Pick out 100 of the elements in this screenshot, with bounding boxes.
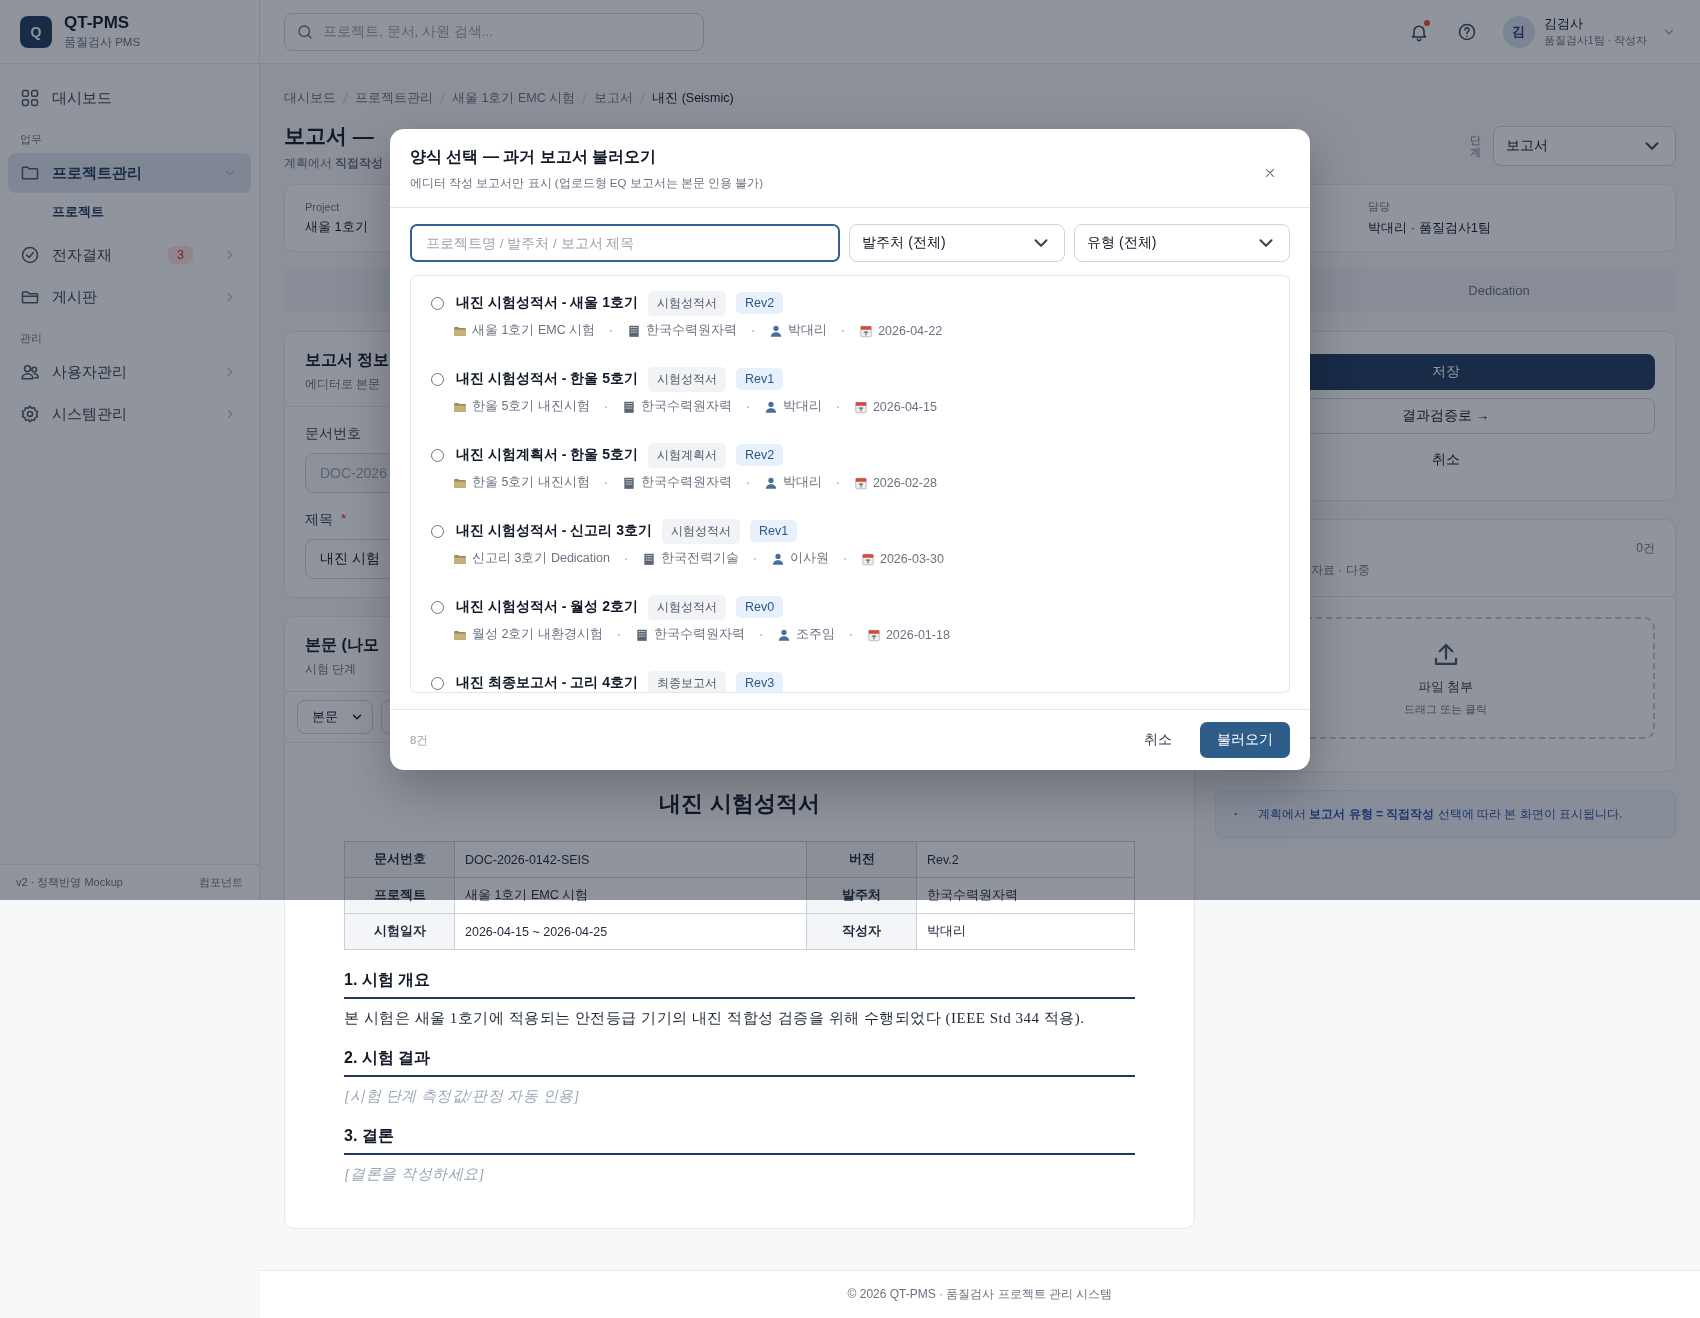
block-style-select[interactable]: 본문 xyxy=(297,700,373,734)
field-label: 문서번호 xyxy=(305,425,361,443)
type-tag: 시험성적서 xyxy=(648,290,726,316)
report-title[interactable]: 내진 시험성적서 - 한울 5호기 xyxy=(456,370,638,388)
filter-select[interactable]: 발주처 (전체) xyxy=(849,224,1066,262)
project-name: 신고리 3호기 Dedication xyxy=(472,550,610,567)
nav-subitem[interactable]: 프로젝트 xyxy=(8,195,251,229)
calendar-icon xyxy=(866,627,881,642)
field-label: 제목 xyxy=(305,511,333,529)
document-title: 내진 시험성적서 xyxy=(658,790,821,818)
check-circle-icon xyxy=(20,245,40,265)
drop-hint: 드래그 또는 클릭 xyxy=(1403,701,1488,717)
project-name: 새울 1호기 EMC 시험 xyxy=(472,322,596,339)
field-label: 담당 xyxy=(1368,199,1392,214)
table-cell: 2026-04-15 ~ 2026-04-25 xyxy=(454,913,807,950)
calendar-icon xyxy=(853,475,868,490)
app-logo: Q xyxy=(20,15,52,48)
card-subtitle: 자료 · 다중 xyxy=(1311,562,1370,579)
cancel-button[interactable]: 취소 xyxy=(1138,723,1178,757)
radio-button[interactable] xyxy=(431,372,444,386)
app-name: QT-PMS xyxy=(64,13,131,33)
load-button[interactable]: 불러오기 xyxy=(1200,722,1290,758)
calendar-icon xyxy=(853,399,868,414)
author-name: 박대리 xyxy=(782,398,822,415)
result-count: 8건 xyxy=(410,732,429,748)
table-header-cell: 프로젝트 xyxy=(344,877,455,914)
type-tag: 시험성적서 xyxy=(662,518,740,544)
report-title[interactable]: 내진 시험성적서 - 새울 1호기 xyxy=(456,294,638,312)
person-icon xyxy=(763,399,778,414)
report-title[interactable]: 내진 시험성적서 - 신고리 3호기 xyxy=(456,522,652,540)
bullet-mark: · xyxy=(1234,807,1238,821)
user-menu[interactable]: 김 김검사 품질검사1팀 · 작성자 xyxy=(1502,15,1676,48)
revision-tag: Rev2 xyxy=(736,444,784,466)
breadcrumb-link[interactable]: 프로젝트관리 xyxy=(355,89,433,107)
user-role: 품질검사1팀 · 작성자 xyxy=(1543,33,1647,48)
stage-label: 단계 xyxy=(1470,133,1481,159)
radio-button[interactable] xyxy=(431,600,444,614)
radio-button[interactable] xyxy=(431,296,444,310)
calendar-icon xyxy=(860,551,875,566)
card-subtitle: 시험 단계 xyxy=(305,662,357,677)
version-label: v2 · 정책반영 Mockup xyxy=(16,875,123,890)
table-header-cell: 발주처 xyxy=(806,877,917,914)
table-cell: DOC-2026-0142-SEIS xyxy=(454,841,807,878)
filter-select[interactable]: 유형 (전체) xyxy=(1074,224,1290,262)
components-link[interactable]: 컴포넌트 xyxy=(199,875,243,890)
client-name: 한국수력원자력 xyxy=(646,322,738,339)
note-text: 계획에서 보고서 유형 = 직접작성 선택에 따라 본 화면이 표시됩니다. xyxy=(1258,805,1623,823)
nav-item[interactable]: 사용자관리 xyxy=(8,352,251,392)
nav-item[interactable]: 게시판 xyxy=(8,277,251,317)
users-icon xyxy=(20,362,40,382)
table-cell: 한국수력원자력 xyxy=(916,877,1135,914)
building-icon xyxy=(621,399,636,414)
person-icon xyxy=(770,551,785,566)
nav-section-label: 관리 xyxy=(19,331,43,346)
table-cell: Rev.2 xyxy=(916,841,1135,878)
required-mark: * xyxy=(341,511,347,528)
client-name: 한국수력원자력 xyxy=(653,626,745,643)
cancel-button[interactable]: 취소 xyxy=(1236,442,1655,478)
modal-subtitle: 에디터 작성 보고서만 표시 (업로드형 EQ 보고서는 본문 인용 불가) xyxy=(410,176,765,191)
stage-select[interactable]: 보고서 xyxy=(1493,126,1676,166)
report-date: 2026-04-22 xyxy=(878,323,943,338)
person-icon xyxy=(769,323,784,338)
radio-button[interactable] xyxy=(431,676,444,690)
person-icon xyxy=(776,627,791,642)
report-title[interactable]: 내진 시험계획서 - 한울 5호기 xyxy=(456,446,638,464)
breadcrumb-link[interactable]: 새울 1호기 EMC 시험 xyxy=(452,89,576,107)
author-name: 박대리 xyxy=(782,474,822,491)
nav-item[interactable]: 시스템관리 xyxy=(8,394,251,434)
nav-item[interactable]: 대시보드 xyxy=(8,78,251,118)
breadcrumb-link[interactable]: 보고서 xyxy=(594,89,634,107)
report-date: 2026-04-15 xyxy=(872,399,937,414)
building-icon xyxy=(627,323,642,338)
radio-button[interactable] xyxy=(431,524,444,538)
modal-title: 양식 선택 — 과거 보고서 불러오기 xyxy=(410,147,658,167)
folder-icon xyxy=(20,163,40,183)
section-heading: 3. 결론 xyxy=(344,1106,1135,1155)
table-cell: 박대리 xyxy=(916,913,1135,950)
radio-button[interactable] xyxy=(431,448,444,462)
table-header-cell: 시험일자 xyxy=(344,913,455,950)
building-icon xyxy=(621,475,636,490)
search-field[interactable]: 프로젝트명 / 발주처 / 보고서 제목 xyxy=(410,224,841,262)
search-icon xyxy=(296,22,314,41)
type-tag: 최종보고서 xyxy=(648,670,726,692)
report-date: 2026-03-30 xyxy=(879,551,944,566)
count-badge: 3 xyxy=(168,246,193,264)
report-date: 2026-01-18 xyxy=(885,627,950,642)
report-date: 2026-02-28 xyxy=(872,475,937,490)
type-tag: 시험성적서 xyxy=(648,594,726,620)
client-name: 한국수력원자력 xyxy=(640,474,732,491)
report-title[interactable]: 내진 시험성적서 - 월성 2호기 xyxy=(456,598,638,616)
settings-icon xyxy=(20,404,40,424)
field-label: Project xyxy=(305,200,341,213)
revision-tag: Rev1 xyxy=(736,368,784,390)
field-value: 박대리 · 품질검사1팀 xyxy=(1368,219,1491,237)
nav-section-label: 업무 xyxy=(19,132,43,147)
nav-item[interactable]: 프로젝트관리 xyxy=(8,153,251,193)
client-name: 한국수력원자력 xyxy=(640,398,732,415)
breadcrumb-link[interactable]: 대시보드 xyxy=(284,89,336,107)
nav-item[interactable]: 전자결재 3 xyxy=(8,235,251,275)
report-title[interactable]: 내진 최종보고서 - 고리 4호기 xyxy=(456,674,638,692)
